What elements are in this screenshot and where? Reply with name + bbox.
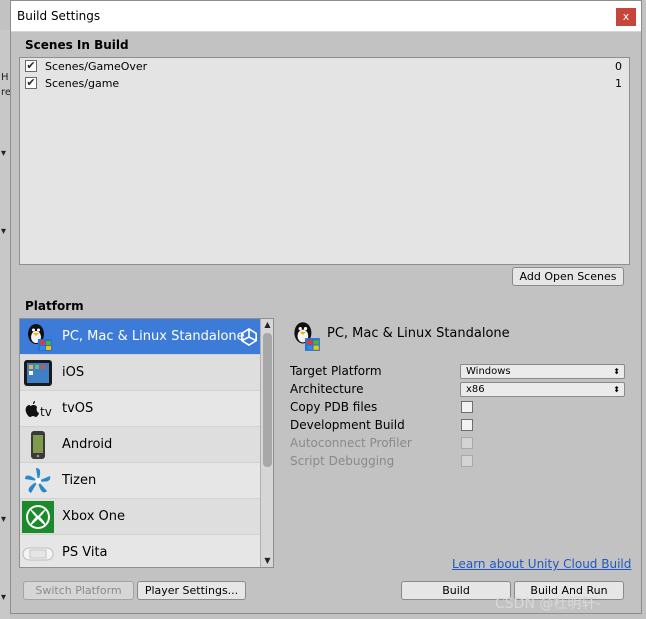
scroll-up-arrow-icon[interactable]: ▲ — [261, 319, 273, 331]
autoconnect-profiler-label: Autoconnect Profiler — [290, 436, 412, 450]
platform-item-tvos[interactable]: tv tvOS — [20, 391, 260, 427]
linux-penguin-icon — [28, 324, 52, 351]
platform-item-label: Tizen — [62, 473, 97, 488]
copy-pdb-label: Copy PDB files — [290, 400, 378, 414]
autoconnect-profiler-checkbox — [461, 437, 473, 449]
ipad-icon — [24, 360, 52, 386]
switch-platform-button[interactable]: Switch Platform — [23, 581, 134, 600]
close-icon: x — [622, 10, 630, 23]
ps-vita-icon — [22, 547, 54, 561]
platform-item-label: PS Vita — [62, 545, 108, 560]
selected-platform-title: PC, Mac & Linux Standalone — [327, 326, 510, 341]
platform-item-android[interactable]: Android — [20, 427, 260, 463]
architecture-label: Architecture — [290, 382, 364, 396]
scene-row[interactable]: ✔ Scenes/GameOver 0 — [20, 59, 629, 76]
target-platform-dropdown[interactable]: Windows ⬍ — [460, 364, 625, 379]
player-settings-button[interactable]: Player Settings... — [137, 581, 246, 600]
script-debugging-label: Script Debugging — [290, 454, 395, 468]
development-build-label: Development Build — [290, 418, 405, 432]
scenes-in-build-label: Scenes In Build — [25, 38, 129, 52]
scene-index: 0 — [615, 60, 622, 73]
dropdown-arrow-icon: ⬍ — [613, 367, 620, 376]
platform-item-ps-vita[interactable]: PS Vita — [20, 535, 260, 567]
platform-list[interactable]: PC, Mac & Linux Standalone iOS tv tvOS A… — [19, 318, 274, 568]
architecture-dropdown[interactable]: x86 ⬍ — [460, 382, 625, 397]
platform-item-label: iOS — [62, 365, 85, 380]
xbox-icon — [22, 501, 54, 533]
svg-text:tv: tv — [40, 405, 52, 419]
window-title: Build Settings — [17, 9, 101, 23]
target-platform-label: Target Platform — [290, 364, 382, 378]
build-settings-window: Build Settings x Scenes In Build ✔ Scene… — [10, 0, 642, 614]
close-button[interactable]: x — [616, 8, 636, 26]
scene-checkbox[interactable]: ✔ — [25, 77, 37, 89]
platform-item-label: tvOS — [62, 401, 94, 416]
dropdown-arrow-icon: ⬍ — [613, 385, 620, 394]
platform-label: Platform — [25, 299, 84, 313]
scene-name: Scenes/GameOver — [45, 60, 148, 73]
target-platform-value: Windows — [466, 366, 511, 377]
apple-tv-icon: tv — [25, 401, 52, 419]
scene-name: Scenes/game — [45, 77, 120, 90]
scrollbar-thumb[interactable] — [263, 333, 272, 467]
add-open-scenes-button[interactable]: Add Open Scenes — [512, 267, 624, 286]
android-phone-icon — [31, 431, 45, 459]
architecture-value: x86 — [466, 384, 485, 395]
tizen-icon — [25, 468, 51, 493]
platform-item-tizen[interactable]: Tizen — [20, 463, 260, 499]
platform-item-label: Android — [62, 437, 113, 452]
platform-item-ios[interactable]: iOS — [20, 355, 260, 391]
scene-checkbox[interactable]: ✔ — [25, 60, 37, 72]
scroll-down-arrow-icon[interactable]: ▼ — [261, 555, 273, 567]
scene-index: 1 — [615, 77, 622, 90]
platform-item-pc-mac-linux[interactable]: PC, Mac & Linux Standalone — [20, 319, 260, 355]
unity-cloud-build-link[interactable]: Learn about Unity Cloud Build — [452, 557, 631, 571]
platform-list-scrollbar[interactable]: ▲ ▼ — [260, 319, 273, 567]
copy-pdb-checkbox[interactable] — [461, 401, 473, 413]
watermark: CSDN @杜明轩- — [495, 596, 601, 612]
background-editor-strip: H re ▾ ▾ ▾ ▾ — [0, 30, 11, 619]
title-bar[interactable]: Build Settings x — [11, 1, 641, 32]
platform-item-xbox-one[interactable]: Xbox One — [20, 499, 260, 535]
script-debugging-checkbox — [461, 455, 473, 467]
selected-platform-icon — [294, 322, 320, 351]
platform-item-label: PC, Mac & Linux Standalone — [62, 329, 245, 344]
scene-row[interactable]: ✔ Scenes/game 1 — [20, 76, 629, 93]
scenes-list[interactable]: ✔ Scenes/GameOver 0 ✔ Scenes/game 1 — [19, 57, 630, 265]
unity-logo-icon — [240, 328, 258, 346]
platform-item-label: Xbox One — [62, 509, 126, 524]
development-build-checkbox[interactable] — [461, 419, 473, 431]
